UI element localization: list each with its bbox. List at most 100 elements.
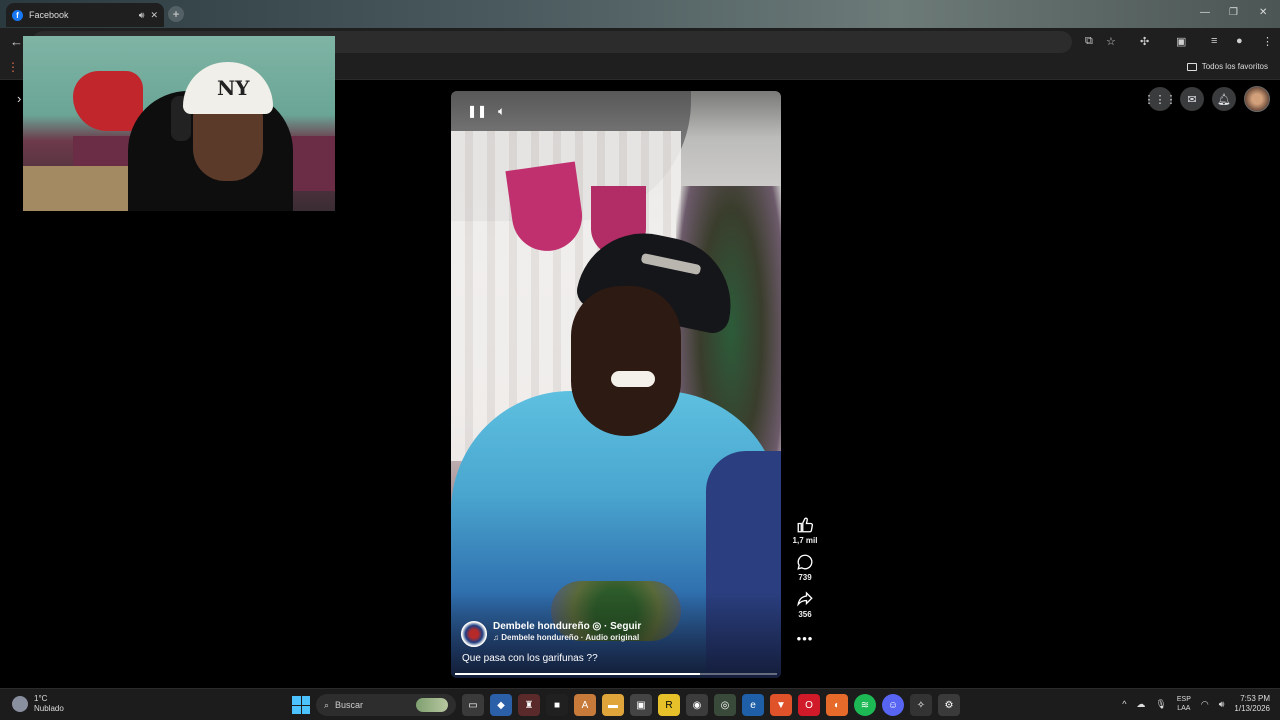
- file-explorer-icon[interactable]: ▬: [602, 694, 624, 716]
- notifications-bell-icon[interactable]: 🔔︎: [1212, 87, 1236, 111]
- brave-icon[interactable]: ▼: [770, 694, 792, 716]
- like-button[interactable]: 1,7 mil: [792, 516, 818, 545]
- close-tab-icon[interactable]: ✕: [150, 10, 158, 21]
- speaker-tray-icon[interactable]: 🔊︎: [1219, 699, 1225, 710]
- webcam-overlay: NY: [23, 36, 335, 211]
- thumbs-up-icon: [797, 517, 814, 533]
- call-of-duty-icon[interactable]: ■: [546, 694, 568, 716]
- folder-icon: [1186, 62, 1197, 71]
- chrome-icon[interactable]: ◎: [714, 694, 736, 716]
- tab-title: Facebook: [29, 10, 69, 20]
- temperature: 1°C: [34, 694, 48, 703]
- chevron-up-icon[interactable]: ^: [1122, 699, 1126, 709]
- clock[interactable]: 7:53 PM 1/13/2026: [1234, 694, 1270, 714]
- task-view-icon[interactable]: ▭: [462, 694, 484, 716]
- close-window-icon[interactable]: ✕: [1259, 7, 1267, 18]
- share-arrow-icon: [797, 591, 813, 607]
- browser-tab-strip: f Facebook 🔊︎ ✕ + — ❐ ✕: [0, 0, 1280, 28]
- minimize-icon[interactable]: —: [1200, 7, 1210, 18]
- weather-widget[interactable]: 1°C Nublado: [12, 694, 64, 714]
- follow-button[interactable]: Seguir: [610, 621, 641, 632]
- chevron-right-icon[interactable]: ›: [17, 91, 21, 106]
- clock-date: 1/13/2026: [1234, 704, 1270, 713]
- search-placeholder: Buscar: [335, 700, 364, 710]
- author-info: Dembele hondureño ◎ · Seguir ♫ Dembele h…: [493, 621, 641, 642]
- language-code: ESP: [1176, 696, 1191, 703]
- tray-app-icon[interactable]: ☁: [1136, 699, 1145, 710]
- author-line: Dembele hondureño ◎ · Seguir: [493, 621, 642, 632]
- cloudy-weather-icon: [12, 696, 28, 712]
- wifi-icon[interactable]: ◠: [1201, 699, 1209, 710]
- cap-logo: NY: [217, 76, 250, 100]
- menu-kebab-icon[interactable]: ⋮: [1262, 35, 1273, 48]
- screen: f Facebook 🔊︎ ✕ + — ❐ ✕ ← ⧉ ☆ ✣ ▣ ≡ ● ⋮ …: [0, 0, 1280, 720]
- music-note-icon: ♫: [493, 633, 499, 642]
- person-face: [571, 286, 681, 436]
- taskbar-search[interactable]: ⌕ Buscar: [316, 694, 456, 716]
- messenger-icon[interactable]: ✉: [1180, 87, 1204, 111]
- app-r-icon[interactable]: R: [658, 694, 680, 716]
- cast-icon[interactable]: ▣: [1176, 35, 1186, 48]
- language-indicator[interactable]: ESP LAA: [1177, 695, 1191, 713]
- microphone-icon[interactable]: 🎙︎: [1155, 699, 1166, 710]
- all-bookmarks-label: Todos los favoritos: [1201, 62, 1268, 71]
- account-avatar[interactable]: [1244, 86, 1270, 112]
- bookmark-star-icon[interactable]: ☆: [1106, 35, 1116, 48]
- edge-icon[interactable]: e: [742, 694, 764, 716]
- volume-icon[interactable]: 🔈︎: [498, 104, 505, 119]
- all-bookmarks-folder[interactable]: Todos los favoritos: [1186, 62, 1268, 71]
- menu-grid-icon[interactable]: ⋮⋮⋮: [1144, 87, 1177, 111]
- reel-video[interactable]: ❚❚ 🔈︎ Dembele hondureño ◎ · Seguir ♫ Dem…: [451, 91, 781, 678]
- copilot-icon[interactable]: ◆: [490, 694, 512, 716]
- comment-bubble-icon: [797, 554, 813, 570]
- new-tab-button[interactable]: +: [168, 6, 184, 22]
- opera-icon[interactable]: O: [798, 694, 820, 716]
- install-app-icon[interactable]: ⧉: [1085, 35, 1093, 48]
- speaker-icon[interactable]: 🔊︎: [139, 10, 145, 21]
- spotify-icon[interactable]: ≋: [854, 694, 876, 716]
- author-name[interactable]: Dembele hondureño: [493, 621, 590, 632]
- search-icon: ⌕: [324, 699, 330, 710]
- app-extra-icon[interactable]: ✧: [910, 694, 932, 716]
- clock-time: 7:53 PM: [1240, 694, 1270, 703]
- search-highlight-image: [416, 698, 448, 712]
- author-avatar[interactable]: [461, 621, 487, 647]
- video-progress-bar[interactable]: [455, 673, 777, 675]
- more-options-icon[interactable]: •••: [797, 631, 814, 646]
- keyboard-layout: LAA: [1177, 705, 1191, 712]
- verified-icon: ◎: [592, 621, 602, 632]
- media-control-icon[interactable]: ≡: [1211, 35, 1217, 47]
- windows-taskbar: 1°C Nublado ⌕ Buscar ▭ ◆ ♜ ■ A ▬ ▣ R ◉ ◎…: [0, 688, 1280, 720]
- profile-icon[interactable]: ●: [1236, 35, 1243, 47]
- weather-description: Nublado: [34, 704, 64, 713]
- streamer-cap: NY: [183, 62, 273, 114]
- red-cloth: [73, 71, 143, 131]
- back-arrow-icon[interactable]: ←: [10, 34, 23, 49]
- comment-button[interactable]: 739: [796, 553, 814, 582]
- camera-icon[interactable]: ◉: [686, 694, 708, 716]
- windows-start-icon[interactable]: [292, 696, 310, 714]
- settings-gear-icon[interactable]: ⚙: [938, 694, 960, 716]
- reel-caption: Que pasa con los garifunas ??: [462, 653, 598, 664]
- firefox-icon[interactable]: ◐: [826, 694, 848, 716]
- extensions-icon[interactable]: ✣: [1140, 35, 1149, 48]
- app-a-icon[interactable]: A: [574, 694, 596, 716]
- reel-actions: 1,7 mil 739 356 •••: [790, 516, 820, 646]
- store-icon[interactable]: ▣: [630, 694, 652, 716]
- facebook-header-icons: ⋮⋮⋮ ✉ 🔔︎: [1144, 86, 1270, 112]
- pause-icon[interactable]: ❚❚: [467, 104, 487, 118]
- audio-label: Dembele hondureño · Audio original: [501, 633, 640, 642]
- audio-line[interactable]: ♫ Dembele hondureño · Audio original: [493, 633, 641, 642]
- like-count: 1,7 mil: [792, 536, 818, 545]
- restore-icon[interactable]: ❐: [1229, 7, 1238, 18]
- discord-icon[interactable]: ☺: [882, 694, 904, 716]
- game-icon[interactable]: ♜: [518, 694, 540, 716]
- system-tray: ^ ☁ 🎙︎ ESP LAA ◠ 🔊︎ 7:53 PM 1/13/2026: [1122, 694, 1270, 714]
- reel-author: Dembele hondureño ◎ · Seguir ♫ Dembele h…: [461, 621, 641, 647]
- share-count: 356: [798, 610, 812, 619]
- facebook-favicon-icon: f: [12, 9, 23, 21]
- shelf: [23, 166, 143, 211]
- share-button[interactable]: 356: [796, 590, 814, 619]
- tab-facebook[interactable]: f Facebook 🔊︎ ✕: [6, 3, 164, 27]
- person-smile: [611, 371, 655, 387]
